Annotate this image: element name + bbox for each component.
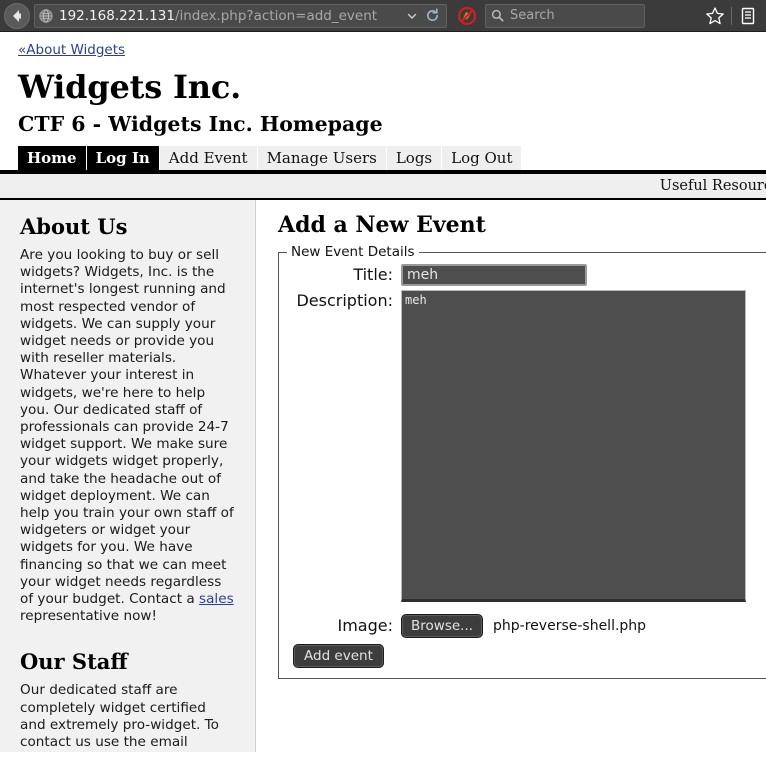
nav-tab-home[interactable]: Home xyxy=(18,146,87,170)
breadcrumb: «About Widgets xyxy=(0,32,766,58)
address-bar[interactable]: 192.168.221.131/index.php?action=add_eve… xyxy=(34,3,447,28)
title-label: Title: xyxy=(353,265,393,284)
nav-tab-logs[interactable]: Logs xyxy=(386,146,443,170)
new-event-details-fieldset: New Event Details Title: Description: me… xyxy=(278,244,766,679)
about-text-part-1: Are you looking to buy or sell widgets? … xyxy=(20,247,234,608)
image-row: Image: Browse... php-reverse-shell.php xyxy=(279,614,766,638)
content-columns: About Us Are you looking to buy or sell … xyxy=(0,200,766,752)
sales-link[interactable]: sales xyxy=(199,591,234,607)
star-icon[interactable] xyxy=(705,6,725,26)
nav-tab-add-event[interactable]: Add Event xyxy=(159,146,258,170)
sidebar: About Us Are you looking to buy or sell … xyxy=(0,200,256,752)
chevron-down-icon[interactable] xyxy=(406,10,418,22)
globe-icon xyxy=(39,8,53,23)
title-row: Title: xyxy=(279,264,766,286)
site-title: Widgets Inc. xyxy=(18,68,242,106)
search-box[interactable]: Search xyxy=(485,3,645,28)
description-input[interactable]: meh xyxy=(401,290,746,602)
selected-file-name: php-reverse-shell.php xyxy=(493,618,647,634)
site-subtitle: CTF 6 - Widgets Inc. Homepage xyxy=(18,112,383,136)
sidebar-heading-about-us: About Us xyxy=(20,214,128,239)
library-icon[interactable] xyxy=(738,6,758,26)
page-title: Add a New Event xyxy=(278,212,486,238)
image-label: Image: xyxy=(337,616,394,635)
nav-tab-manage-users[interactable]: Manage Users xyxy=(257,146,387,170)
about-text-part-2: representative now! xyxy=(20,608,157,625)
nav-tab-log-in[interactable]: Log In xyxy=(86,146,160,170)
sidebar-about-text: Are you looking to buy or sell widgets? … xyxy=(20,247,235,625)
url-text: 192.168.221.131/index.php?action=add_eve… xyxy=(59,8,404,24)
useful-resources-bar: Useful Resources xyxy=(0,174,766,200)
description-label: Description: xyxy=(296,291,393,310)
noscript-blocked-icon[interactable] xyxy=(457,6,477,26)
page-content: «About Widgets Widgets Inc. CTF 6 - Widg… xyxy=(0,32,766,770)
url-host: 192.168.221.131 xyxy=(59,7,175,24)
search-input[interactable]: Search xyxy=(510,8,555,23)
toolbar-separator xyxy=(731,6,732,25)
sidebar-heading-our-staff: Our Staff xyxy=(20,649,128,675)
back-arrow-icon xyxy=(13,9,21,22)
main-content: Add a New Event New Event Details Title:… xyxy=(256,200,766,752)
fieldset-legend: New Event Details xyxy=(291,244,415,260)
submit-row: Add event xyxy=(293,644,766,668)
useful-resources-label: Useful Resources xyxy=(659,178,766,194)
add-event-button[interactable]: Add event xyxy=(293,644,384,668)
nav-tab-log-out[interactable]: Log Out xyxy=(442,146,523,170)
reload-icon[interactable] xyxy=(425,8,440,23)
breadcrumb-link-about-widgets[interactable]: «About Widgets xyxy=(18,42,125,58)
browse-button[interactable]: Browse... xyxy=(401,614,484,638)
title-input[interactable] xyxy=(401,264,587,286)
sidebar-staff-text: Our dedicated staff are completely widge… xyxy=(20,682,219,752)
toolbar-right-icons xyxy=(705,6,762,26)
search-icon xyxy=(491,9,504,22)
main-navigation: Home Log In Add Event Manage Users Logs … xyxy=(18,146,766,170)
description-wrapper: meh xyxy=(401,290,746,606)
description-row: Description: meh xyxy=(279,290,766,606)
back-button[interactable] xyxy=(4,2,30,29)
url-path: /index.php?action=add_event xyxy=(174,7,378,24)
browser-toolbar: 192.168.221.131/index.php?action=add_eve… xyxy=(0,0,766,32)
